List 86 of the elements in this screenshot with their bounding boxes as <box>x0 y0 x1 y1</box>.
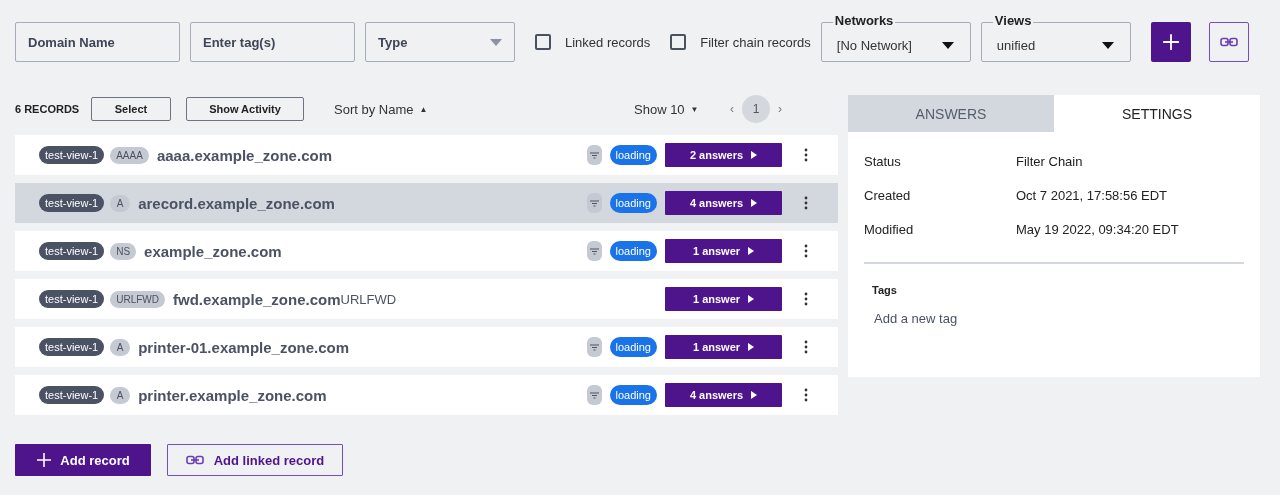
record-count: 6 RECORDS <box>15 103 81 115</box>
record-row[interactable]: test-view-1 A arecord.example_zone.com loading 4 answers <box>15 183 838 223</box>
dropdown-label: Networks <box>832 13 896 28</box>
page-size-select[interactable]: Show 10 <box>634 101 685 117</box>
link-icon <box>1219 37 1238 47</box>
play-icon <box>748 247 755 255</box>
add-linked-record-button[interactable]: Add linked record <box>167 444 343 476</box>
type-dropdown[interactable]: Type <box>365 22 515 62</box>
status-badge: loading <box>609 145 657 165</box>
type-tag: NS <box>110 242 137 260</box>
plus-icon <box>1161 33 1180 51</box>
record-row[interactable]: test-view-1 A printer-01.example_zone.com loading 1 answer <box>15 327 838 367</box>
view-tag: test-view-1 <box>39 146 105 164</box>
panel-tab[interactable]: ANSWERS <box>848 95 1054 132</box>
next-page-button[interactable]: › <box>778 102 782 116</box>
toolbar-button[interactable]: Select <box>91 97 171 121</box>
record-name: printer.example_zone.com <box>138 386 327 404</box>
status-badge: loading <box>609 193 657 213</box>
answers-button[interactable]: 1 answer <box>665 335 782 359</box>
play-icon <box>748 343 755 351</box>
play-icon <box>751 151 758 159</box>
record-name: fwd.example_zone.com <box>172 290 341 308</box>
filter-icon[interactable] <box>586 385 602 405</box>
view-tag: test-view-1 <box>39 290 105 308</box>
domain-name-field[interactable]: Domain Name <box>15 22 180 62</box>
status-badge: loading <box>609 337 657 357</box>
caret-icon <box>490 38 502 46</box>
new-tag-field[interactable]: Add a new tag <box>872 310 1076 327</box>
field-label: Status <box>864 154 902 171</box>
caret-icon <box>1101 41 1114 49</box>
answers-button[interactable]: 1 answer <box>665 287 782 311</box>
play-icon <box>751 391 758 399</box>
filter-icon[interactable] <box>586 241 602 261</box>
type-tag: A <box>110 386 131 404</box>
plus-icon <box>36 452 53 468</box>
checkbox-label: Filter chain records <box>700 34 811 50</box>
view-tag: test-view-1 <box>39 338 105 356</box>
link-icon <box>185 455 204 465</box>
field-value: Filter Chain <box>1016 154 1083 171</box>
record-row[interactable]: test-view-1 AAAA aaaa.example_zone.com loading 2 answers <box>15 135 838 175</box>
field-value: Oct 7 2021, 17:58:56 EDT <box>1016 188 1168 205</box>
record-name: printer-01.example_zone.com <box>138 338 350 356</box>
checkbox[interactable] <box>670 34 687 50</box>
previous-page-button[interactable]: ‹ <box>730 102 734 116</box>
panel-tab[interactable]: SETTINGS <box>1054 95 1260 132</box>
status-badge: loading <box>609 241 657 261</box>
field-label: Created <box>864 188 912 205</box>
view-tag: test-view-1 <box>39 194 105 212</box>
type-tag: AAAA <box>110 146 149 164</box>
checkbox[interactable] <box>535 34 551 50</box>
answers-button[interactable]: 4 answers <box>665 383 782 407</box>
link-button[interactable] <box>1208 22 1249 62</box>
record-row[interactable]: test-view-1 URLFWD fwd.example_zone.comURLFWD 1 answer <box>15 279 838 319</box>
record-row[interactable]: test-view-1 NS example_zone.com loading 1 answer <box>15 231 838 271</box>
play-icon <box>748 295 755 303</box>
caret-icon <box>941 41 954 49</box>
sort-link[interactable]: Sort by Name <box>334 101 414 117</box>
tags-field[interactable]: Enter tag(s) <box>190 22 355 62</box>
play-icon <box>751 199 758 207</box>
record-name: arecord.example_zone.com <box>138 194 335 212</box>
field-value: May 19 2022, 09:34:20 EDT <box>1016 222 1179 239</box>
filter-icon[interactable] <box>586 337 602 357</box>
dropdown-label: Views <box>992 13 1034 28</box>
tags-title: Tags <box>871 284 898 296</box>
type-tag: A <box>110 194 131 212</box>
checkbox-label: Linked records <box>565 34 651 50</box>
page-number[interactable]: 1 <box>742 95 770 123</box>
record-name: example_zone.com <box>144 242 282 260</box>
answers-button[interactable]: 2 answers <box>665 143 782 167</box>
filter-icon[interactable] <box>586 145 602 165</box>
toolbar-button[interactable]: Show Activity <box>186 97 304 121</box>
view-tag: test-view-1 <box>39 386 105 404</box>
field-label: Modified <box>864 222 915 239</box>
view-tag: test-view-1 <box>39 242 105 260</box>
add-record-button[interactable]: Add record <box>15 444 151 476</box>
record-name: aaaa.example_zone.com <box>156 146 332 164</box>
type-tag: URLFWD <box>110 290 165 308</box>
page-size-arrow: ▼ <box>690 104 699 114</box>
add-button[interactable] <box>1150 22 1191 62</box>
answers-button[interactable]: 1 answer <box>665 239 782 263</box>
type-tag: A <box>110 338 131 356</box>
answers-button[interactable]: 4 answers <box>665 191 782 215</box>
record-type-suffix: URLFWD <box>340 291 397 307</box>
sort-arrow: ▲ <box>419 104 428 114</box>
status-badge: loading <box>609 385 657 405</box>
record-row[interactable]: test-view-1 A printer.example_zone.com loading 4 answers <box>15 375 838 415</box>
